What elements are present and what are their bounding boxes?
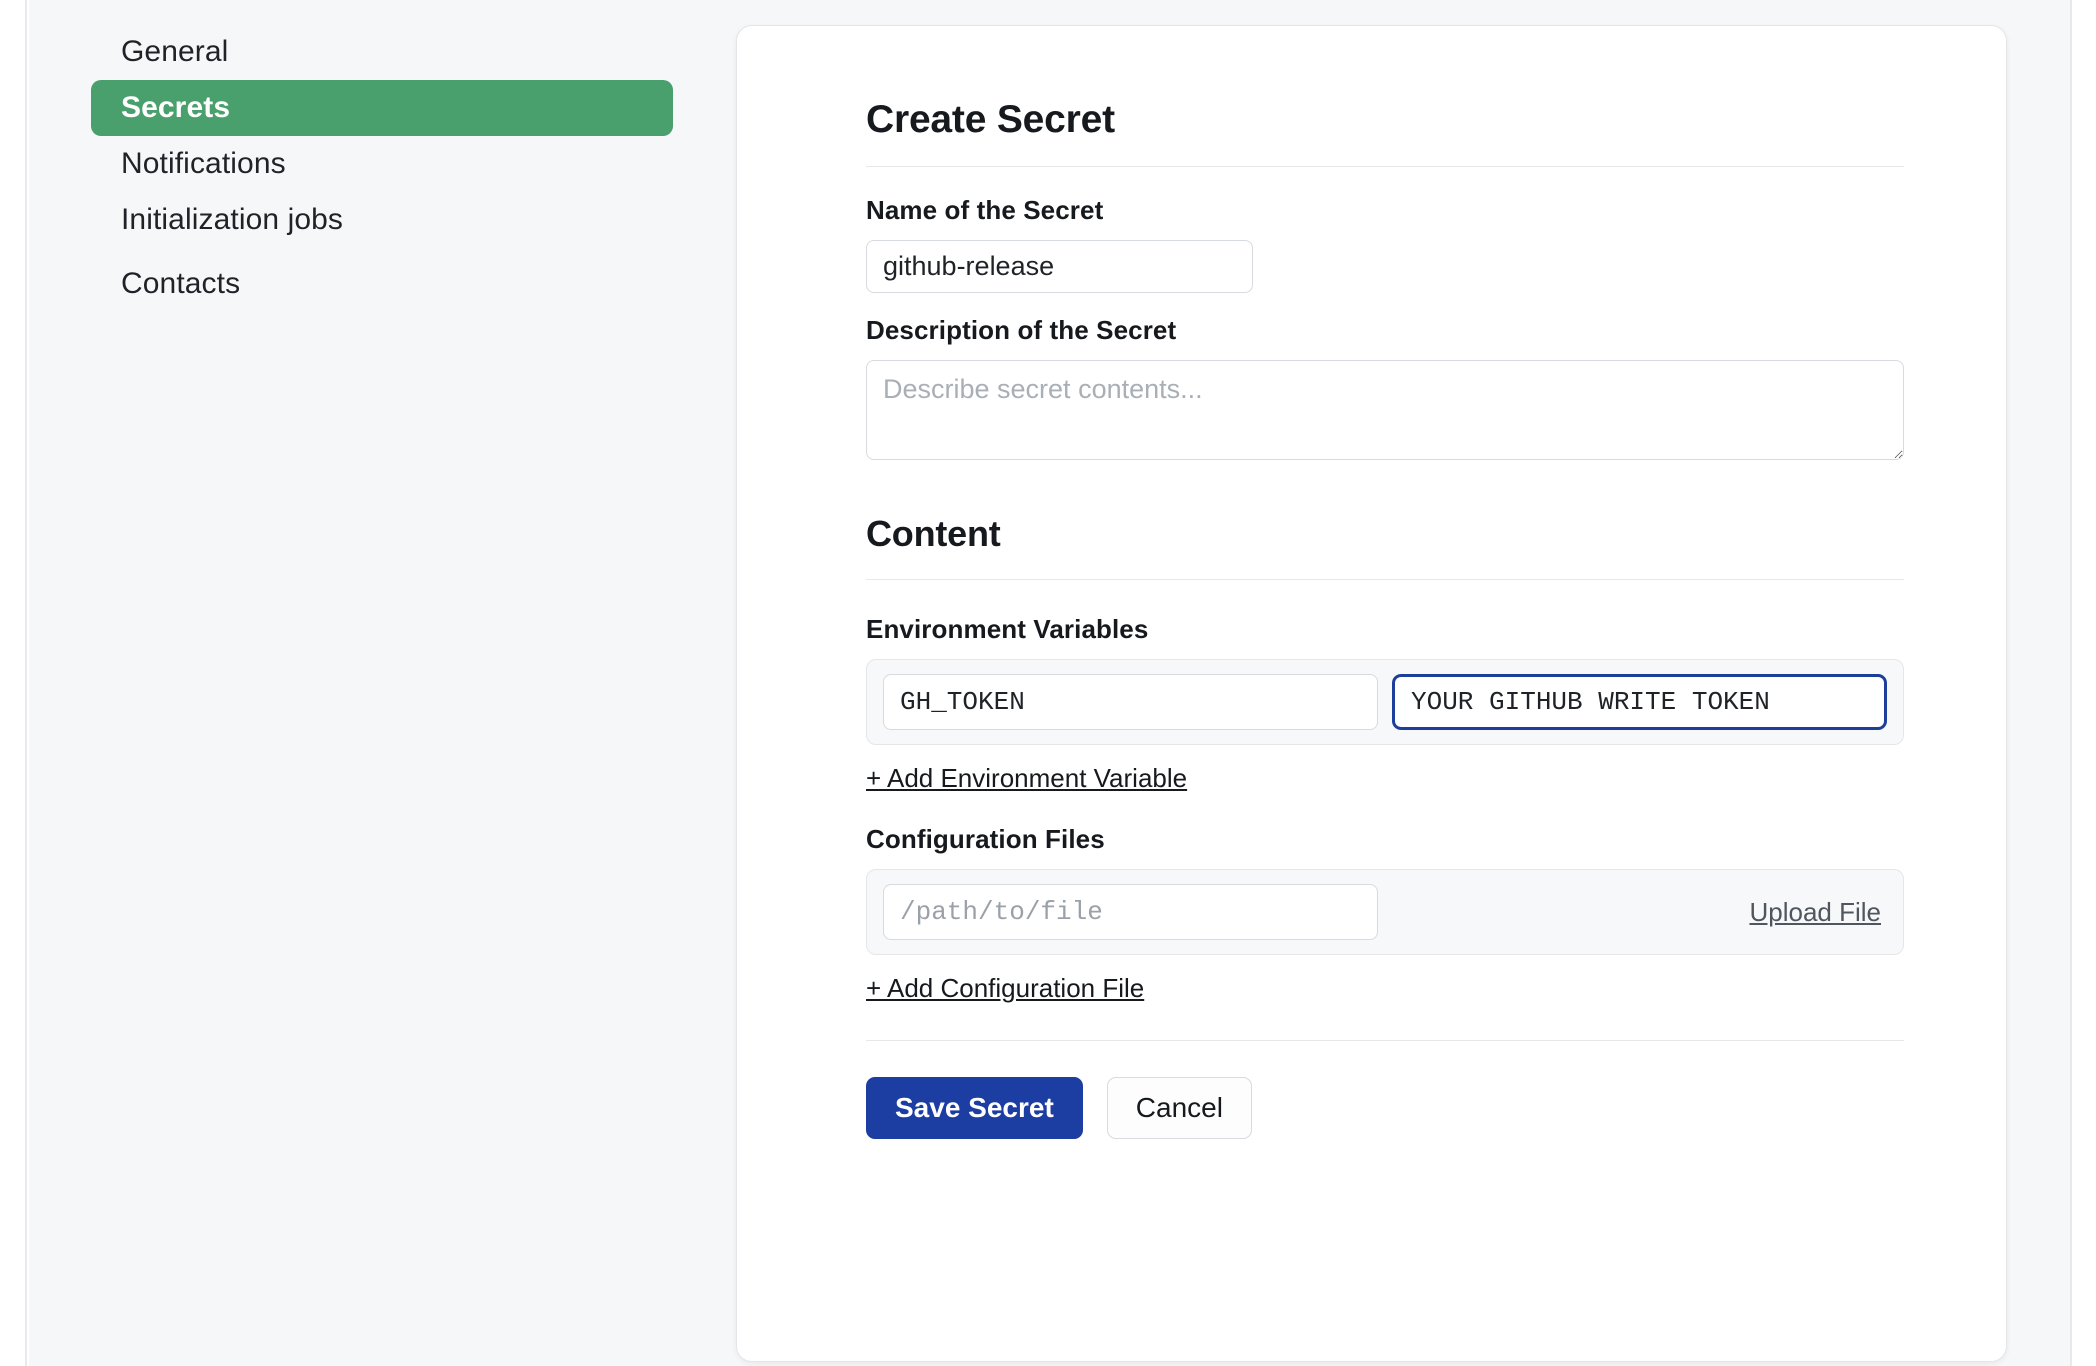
environment-variables-label: Environment Variables bbox=[866, 614, 1149, 644]
environment-variable-row bbox=[866, 659, 1904, 745]
settings-sidebar: General Secrets Notifications Initializa… bbox=[91, 24, 673, 312]
configuration-files-label: Configuration Files bbox=[866, 824, 1105, 854]
env-var-key-input[interactable] bbox=[883, 674, 1378, 730]
env-var-value-input[interactable] bbox=[1392, 674, 1887, 730]
secret-name-label: Name of the Secret bbox=[866, 195, 1104, 225]
sidebar-item-contacts[interactable]: Contacts bbox=[91, 256, 673, 312]
left-rail-divider bbox=[0, 0, 27, 1366]
sidebar-item-initialization-jobs[interactable]: Initialization jobs bbox=[91, 192, 673, 248]
actions-divider bbox=[866, 1040, 1904, 1041]
sidebar-item-general[interactable]: General bbox=[91, 24, 673, 80]
sidebar-item-notifications[interactable]: Notifications bbox=[91, 136, 673, 192]
create-secret-form: Create Secret Name of the Secret Descrip… bbox=[866, 98, 1904, 1139]
content-section-title: Content bbox=[866, 513, 1001, 554]
right-rail-divider bbox=[2070, 0, 2096, 1366]
secret-description-textarea[interactable] bbox=[866, 360, 1904, 460]
content-divider bbox=[866, 579, 1904, 580]
save-secret-button[interactable]: Save Secret bbox=[866, 1077, 1083, 1139]
add-configuration-file-link[interactable]: + Add Configuration File bbox=[866, 973, 1144, 1004]
cancel-button[interactable]: Cancel bbox=[1106, 1077, 1252, 1139]
upload-file-link[interactable]: Upload File bbox=[1749, 897, 1887, 928]
config-file-path-input[interactable] bbox=[883, 884, 1378, 940]
configuration-file-row: Upload File bbox=[866, 869, 1904, 955]
add-environment-variable-link[interactable]: + Add Environment Variable bbox=[866, 763, 1187, 794]
secret-name-input[interactable] bbox=[866, 240, 1253, 293]
title-divider bbox=[866, 166, 1904, 167]
settings-page: General Secrets Notifications Initializa… bbox=[0, 0, 2096, 1366]
secret-description-label: Description of the Secret bbox=[866, 315, 1177, 345]
sidebar-item-secrets[interactable]: Secrets bbox=[91, 80, 673, 136]
form-actions: Save Secret Cancel bbox=[866, 1077, 1904, 1139]
page-title: Create Secret bbox=[866, 98, 1115, 141]
create-secret-card: Create Secret Name of the Secret Descrip… bbox=[736, 25, 2007, 1362]
